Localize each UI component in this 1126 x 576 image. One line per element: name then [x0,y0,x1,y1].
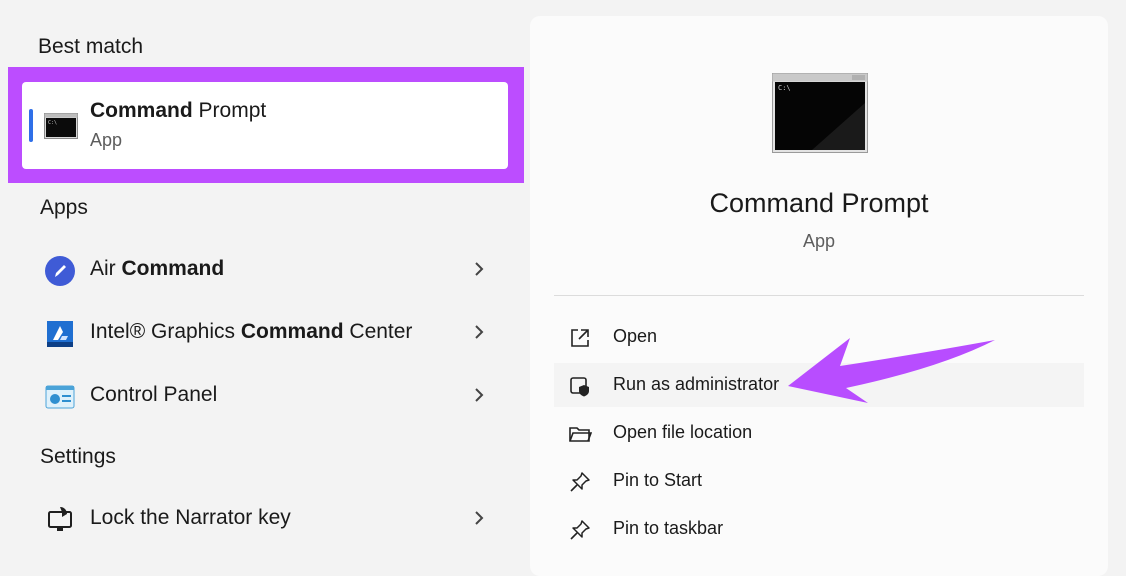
svg-text:C:\: C:\ [778,84,791,92]
search-results-pane: Best match C:\ Command Prompt App Apps A… [0,0,528,568]
chevron-right-icon[interactable] [472,323,486,341]
pin-icon [570,520,590,540]
app-result-control-panel[interactable]: Control Panel [34,368,500,422]
open-file-location-action[interactable]: Open file location [554,411,1084,455]
chevron-right-icon[interactable] [472,260,486,278]
action-label: Open file location [613,422,753,442]
pin-to-start-action[interactable]: Pin to Start [554,459,1084,503]
shield-admin-icon [570,377,589,397]
open-external-icon [571,329,589,347]
chevron-right-icon[interactable] [472,509,486,527]
chevron-right-icon[interactable] [472,386,486,404]
intel-graphics-icon [47,321,73,347]
control-panel-icon [45,385,75,409]
app-label: Control Panel [90,383,218,406]
best-match-result[interactable]: C:\ Command Prompt App [22,82,508,169]
apps-heading: Apps [40,196,88,219]
detail-title: Command Prompt [709,188,929,218]
pin-to-taskbar-action[interactable]: Pin to taskbar [554,507,1084,551]
divider [554,295,1084,296]
folder-icon [569,427,592,442]
setting-result-narrator-key[interactable]: Lock the Narrator key [34,491,500,545]
annotation-arrow [788,338,995,403]
command-prompt-icon: C:\ [44,113,78,139]
pin-icon [570,472,590,492]
action-label: Run as administrator [613,374,780,394]
detail-subtitle: App [802,231,836,251]
air-command-icon [45,256,75,286]
app-result-intel-graphics[interactable]: Intel® Graphics Command Center [34,305,500,359]
app-detail-pane: C:\ Command Prompt App Open Run as admin… [530,16,1108,576]
selection-indicator [29,109,33,142]
action-label: Pin to taskbar [613,518,724,538]
narrator-icon [48,507,72,531]
app-result-air-command[interactable]: Air Command [34,242,500,296]
action-label: Open [613,326,658,346]
setting-label: Lock the Narrator key [90,506,291,529]
best-match-heading: Best match [38,35,144,58]
svg-text:C:\: C:\ [48,120,57,126]
action-label: Pin to Start [613,470,703,490]
best-match-title: Command Prompt [90,99,267,122]
app-label: Air Command [90,257,225,280]
settings-heading: Settings [40,445,116,468]
app-label: Intel® Graphics Command Center [90,320,413,343]
best-match-subtitle: App [90,130,123,150]
command-prompt-icon: C:\ [772,73,868,153]
